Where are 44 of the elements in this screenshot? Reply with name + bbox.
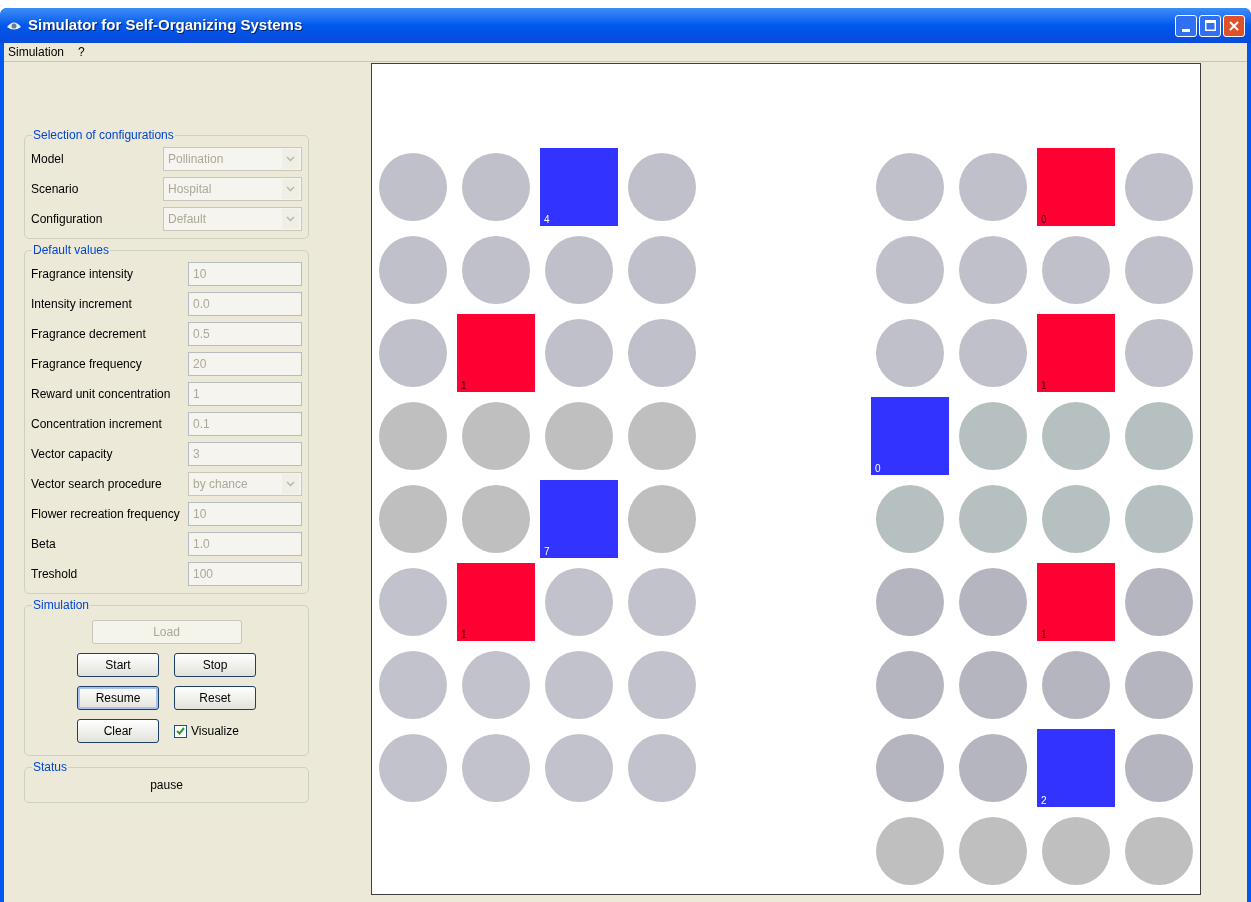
minimize-button[interactable]	[1175, 14, 1197, 37]
field-label: Treshold	[31, 566, 79, 583]
action-button[interactable]: Clear	[77, 719, 159, 743]
group-title: Simulation	[32, 597, 91, 614]
checkbox-label[interactable]: Visualize	[191, 722, 239, 740]
field-label: Concentration increment	[31, 416, 163, 433]
field-label: Scenario	[31, 181, 80, 198]
square-node: 1	[457, 563, 535, 641]
maximize-icon	[1204, 20, 1216, 31]
field-label: Reward unit concentration	[31, 386, 172, 403]
group-title: Selection of configurations	[32, 127, 175, 144]
minimize-icon	[1182, 28, 1190, 32]
window-title: Simulator for Self-Organizing Systems	[28, 15, 303, 36]
action-button[interactable]: Start	[77, 653, 159, 677]
group-title: Status	[32, 759, 69, 776]
field-label: Configuration	[31, 211, 104, 228]
field-label: Fragrance frequency	[31, 356, 143, 373]
square-node: 1	[1037, 314, 1115, 392]
field-label: Vector search procedure	[31, 476, 163, 493]
action-button[interactable]: Resume	[77, 686, 159, 710]
square-node: 2	[1037, 729, 1115, 807]
field-label: Beta	[31, 536, 57, 553]
field-label: Intensity increment	[31, 296, 133, 313]
field-label: Vector capacity	[31, 446, 114, 463]
close-icon	[1229, 20, 1239, 31]
field-label: Fragrance intensity	[31, 266, 135, 283]
group-title: Default values	[32, 242, 111, 259]
checkbox[interactable]	[174, 724, 187, 738]
menu-item[interactable]: Simulation	[8, 43, 65, 61]
square-node: 4	[540, 148, 618, 226]
close-button[interactable]	[1223, 14, 1245, 37]
status-text: pause	[149, 777, 184, 794]
field-label: Model	[31, 151, 65, 168]
maximize-button[interactable]	[1199, 14, 1221, 37]
field-label: Flower recreation frequency	[31, 506, 181, 523]
action-button[interactable]: Reset	[174, 686, 256, 710]
square-node: 1	[457, 314, 535, 392]
square-node: 0	[1037, 148, 1115, 226]
action-button[interactable]: Stop	[174, 653, 256, 677]
field-label: Fragrance decrement	[31, 326, 147, 343]
square-node: 7	[540, 480, 618, 558]
square-node: 0	[871, 397, 949, 475]
square-node: 1	[1037, 563, 1115, 641]
menu-item[interactable]: ?	[78, 43, 85, 61]
